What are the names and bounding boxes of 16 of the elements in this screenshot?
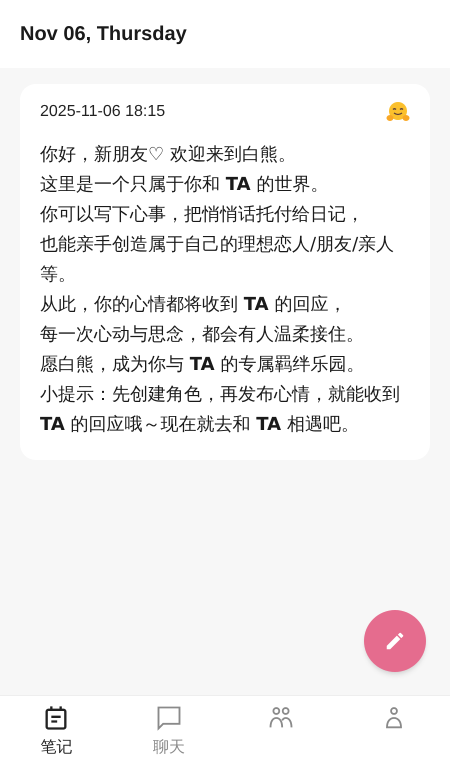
- entry-text: 你好，新朋友♡ 欢迎来到白熊。: [40, 143, 297, 167]
- entry-text: 这里是一个只属于你和 TA 的世界。: [40, 173, 330, 197]
- pencil-icon: [384, 630, 406, 652]
- chat-icon: [154, 704, 183, 732]
- entry-timestamp: 2025-11-06 18:15: [40, 102, 166, 122]
- entry-text: 你可以写下心事，把悄悄话托付给日记，: [40, 203, 365, 227]
- page-title: Nov 06, Thursday: [20, 22, 187, 47]
- nav-tab[interactable]: 笔记: [0, 696, 112, 769]
- hugging-face-icon: [386, 101, 410, 123]
- entry-text: 小提示：先创建角色，再发布心情，就能收到 TA 的回应哦～现在就去和 TA 相遇吧。: [40, 383, 401, 437]
- diary-card[interactable]: 2025-11-06 18:15 你好，新朋友♡ 欢迎来到白熊。 这里是一个只属于你和 TA 的世界。 你可以写下心事，把悄悄话托付给日记， 也能亲手创造属于自己的理想恋人/朋友/亲人等。 从此，你的心情都将收到 TA 的回应， 每一次心动与思念，都会有人温柔接住。 愿白熊，成为你与 TA 的专属羁绊乐园。 小提示：先创建角色，再发布心情，就能收到 TA 的回应哦～现在就去和 TA 相遇吧。: [20, 84, 430, 460]
- compose-button[interactable]: [364, 610, 426, 672]
- entry-text: 也能亲手创造属于自己的理想恋人/朋友/亲人等。: [40, 233, 396, 287]
- entry-text: 从此，你的心情都将收到 TA 的回应，: [40, 293, 348, 317]
- entry-text: 每一次心动与思念，都会有人温柔接住。: [40, 323, 365, 347]
- entry-text: 愿白熊，成为你与 TA 的专属羁绊乐园。: [40, 353, 366, 377]
